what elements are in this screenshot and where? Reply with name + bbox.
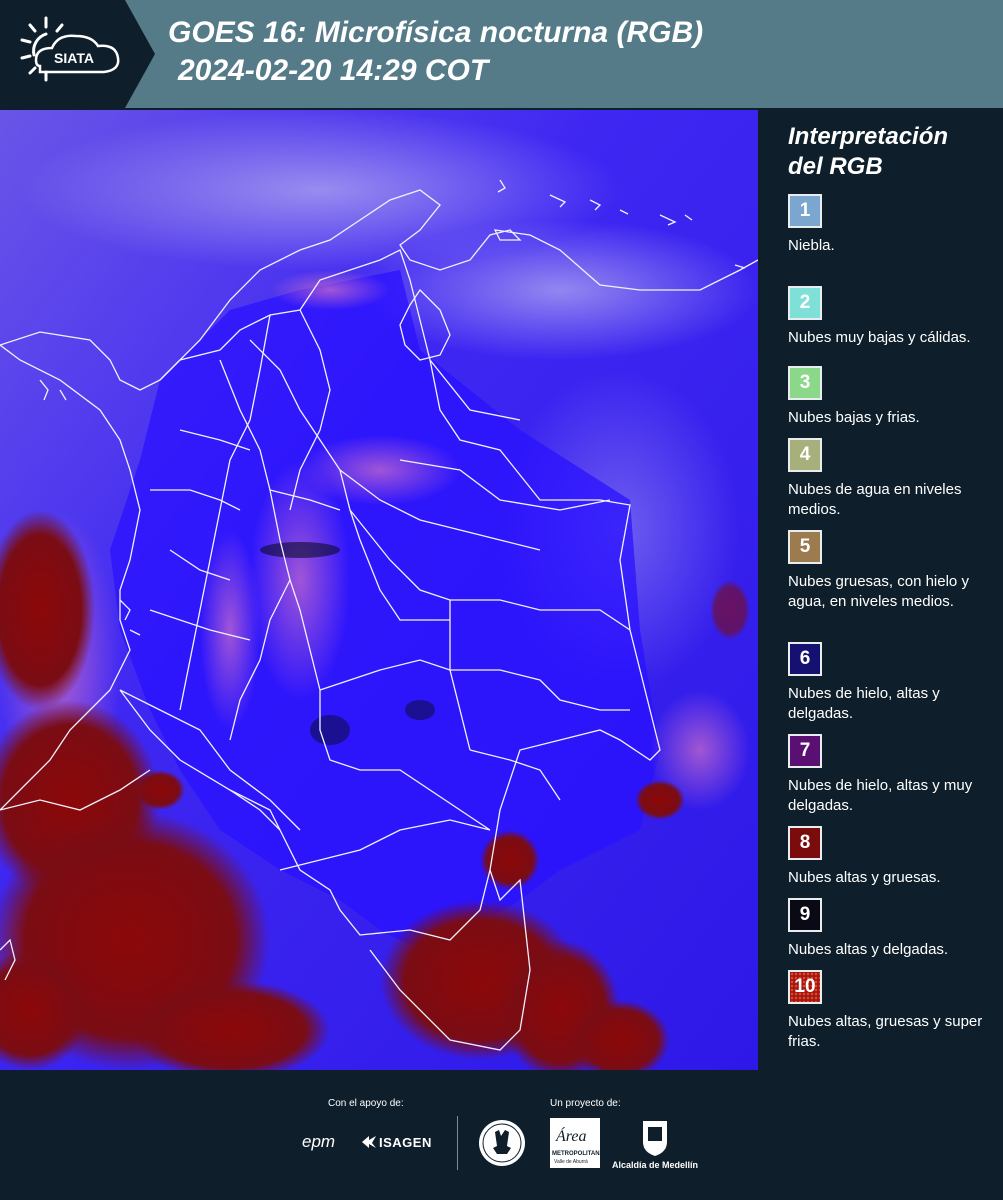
satellite-map (0, 110, 758, 1070)
alcaldia-logo: Alcaldía de Medellín (612, 1160, 699, 1170)
legend-swatch: 4 (788, 438, 822, 472)
legend-item: 6 Nubes de hielo, altas y delgadas. (788, 642, 998, 724)
legend-item: 1 Niebla. (788, 194, 998, 256)
header-bar: SIATA GOES 16: Microfísica nocturna (RGB… (0, 0, 1003, 108)
svg-text:SIATA: SIATA (54, 50, 94, 66)
legend-item: 8 Nubes altas y gruesas. (788, 826, 998, 888)
legend-label: Nubes gruesas, con hielo y agua, en nive… (788, 573, 969, 610)
isagen-logo: ISAGEN (379, 1135, 432, 1150)
legend-label: Nubes de hielo, altas y delgadas. (788, 685, 940, 722)
support-label: Con el apoyo de: (328, 1098, 404, 1109)
legend-title-line-2: del RGB (788, 153, 883, 180)
page-title: GOES 16: Microfísica nocturna (RGB) 2024… (168, 14, 703, 90)
legend-item: 3 Nubes bajas y frias. (788, 366, 998, 428)
legend-title-line-1: Interpretación (788, 123, 949, 150)
legend-swatch: 7 (788, 734, 822, 768)
legend-swatch: 5 (788, 530, 822, 564)
legend-title: Interpretación del RGB (788, 122, 948, 182)
legend-label: Nubes altas y gruesas. (788, 869, 941, 886)
legend-label: Nubes de agua en niveles medios. (788, 481, 962, 518)
footer: Con el apoyo de: Un proyecto de: epm ISA… (0, 1070, 1003, 1200)
isagen-icon (360, 1134, 378, 1155)
alcaldia-shield-icon (640, 1118, 670, 1163)
legend-item: 7 Nubes de hielo, altas y muy delgadas. (788, 734, 998, 816)
legend-swatch: 8 (788, 826, 822, 860)
legend-label: Nubes altas, gruesas y super frias. (788, 1013, 983, 1050)
epm-logo: epm (302, 1132, 336, 1151)
legend-label: Niebla. (788, 237, 835, 254)
legend-label: Nubes altas y delgadas. (788, 941, 949, 958)
legend-label: Nubes de hielo, altas y muy delgadas. (788, 777, 973, 814)
title-line-2: 2024-02-20 14:29 COT (178, 54, 489, 87)
siata-logo: SIATA (0, 0, 155, 108)
legend-swatch: 9 (788, 898, 822, 932)
legend-label: Nubes bajas y frias. (788, 409, 920, 426)
legend-item: 9 Nubes altas y delgadas. (788, 898, 998, 960)
title-line-1: GOES 16: Microfísica nocturna (RGB) (168, 16, 704, 49)
area-metropolitana-logo: Área METROPOLITANA Valle de Aburrá (550, 1118, 604, 1168)
legend-swatch: 2 (788, 286, 822, 320)
legend-swatch: 6 (788, 642, 822, 676)
project-label: Un proyecto de: (550, 1098, 621, 1109)
legend-swatch: 3 (788, 366, 822, 400)
legend-item: 5 Nubes gruesas, con hielo y agua, en ni… (788, 530, 998, 612)
legend-item: 2 Nubes muy bajas y cálidas. (788, 286, 998, 348)
legend-swatch: 1 (788, 194, 822, 228)
legend-swatch: 10 (788, 970, 822, 1004)
legend-item: 10 Nubes altas, gruesas y super frias. (788, 970, 998, 1052)
legend-label: Nubes muy bajas y cálidas. (788, 329, 971, 346)
rgb-legend: Interpretación del RGB 1 Niebla. 2 Nubes… (760, 110, 1003, 1070)
legend-item: 4 Nubes de agua en niveles medios. (788, 438, 998, 520)
seal-logo (477, 1118, 527, 1173)
footer-divider (457, 1116, 458, 1170)
